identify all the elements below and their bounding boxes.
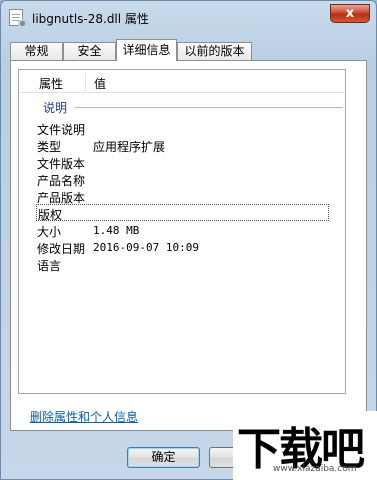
tab-details[interactable]: 详细信息 — [116, 39, 177, 61]
watermark-url: www.xiazaiba.com — [273, 464, 357, 474]
property-value: 1.48 MB — [93, 224, 140, 237]
list-item-selected[interactable]: 版权 — [36, 204, 329, 222]
list-item[interactable]: 文件版本 — [19, 154, 345, 171]
tab-general[interactable]: 常规 — [10, 42, 63, 61]
properties-window: libgnutls-28.dll 属性 x 常规 安全 详细信息 以前的版本 属… — [0, 0, 377, 480]
list-item[interactable]: 语言 — [19, 256, 345, 273]
column-header-value[interactable]: 值 — [94, 75, 106, 92]
list-item[interactable]: 类型 应用程序扩展 — [19, 137, 345, 154]
list-header: 属性 值 — [20, 71, 344, 93]
dll-file-icon — [9, 9, 27, 28]
group-divider — [75, 107, 343, 108]
property-key: 语言 — [37, 259, 62, 273]
column-divider — [85, 73, 86, 91]
property-key: 类型 — [37, 140, 62, 154]
property-key: 版权 — [38, 208, 63, 222]
property-key: 修改日期 — [37, 242, 86, 256]
property-key: 大小 — [37, 225, 62, 239]
list-item[interactable]: 文件说明 — [19, 120, 345, 137]
property-value: 2016-09-07 10:09 — [93, 241, 199, 254]
close-button[interactable]: x — [330, 4, 370, 23]
gear-icon — [18, 19, 27, 28]
tab-security[interactable]: 安全 — [63, 42, 116, 61]
remove-properties-link[interactable]: 删除属性和个人信息 — [30, 408, 138, 425]
list-item[interactable]: 修改日期 2016-09-07 10:09 — [19, 239, 345, 256]
group-description-label: 说明 — [43, 101, 68, 115]
list-item[interactable]: 产品名称 — [19, 171, 345, 188]
site-watermark: 下载吧 www.xiazaiba.com — [233, 411, 377, 480]
property-key: 产品名称 — [37, 174, 86, 188]
property-key: 文件版本 — [37, 157, 86, 171]
tab-previous-versions[interactable]: 以前的版本 — [177, 42, 252, 61]
property-key: 文件说明 — [37, 123, 86, 137]
window-title: libgnutls-28.dll 属性 — [32, 12, 149, 26]
ok-button[interactable]: 确定 — [127, 447, 200, 468]
list-item[interactable]: 大小 1.48 MB — [19, 222, 345, 239]
title-bar: libgnutls-28.dll 属性 x — [1, 1, 376, 35]
column-header-property[interactable]: 属性 — [39, 75, 63, 92]
property-value: 应用程序扩展 — [93, 140, 166, 154]
details-list[interactable]: 属性 值 说明 文件说明 类型 应用程序扩展 文件版本 产品名称 产品版本 版权 — [18, 69, 346, 394]
list-item[interactable]: 产品版本 — [19, 188, 345, 205]
